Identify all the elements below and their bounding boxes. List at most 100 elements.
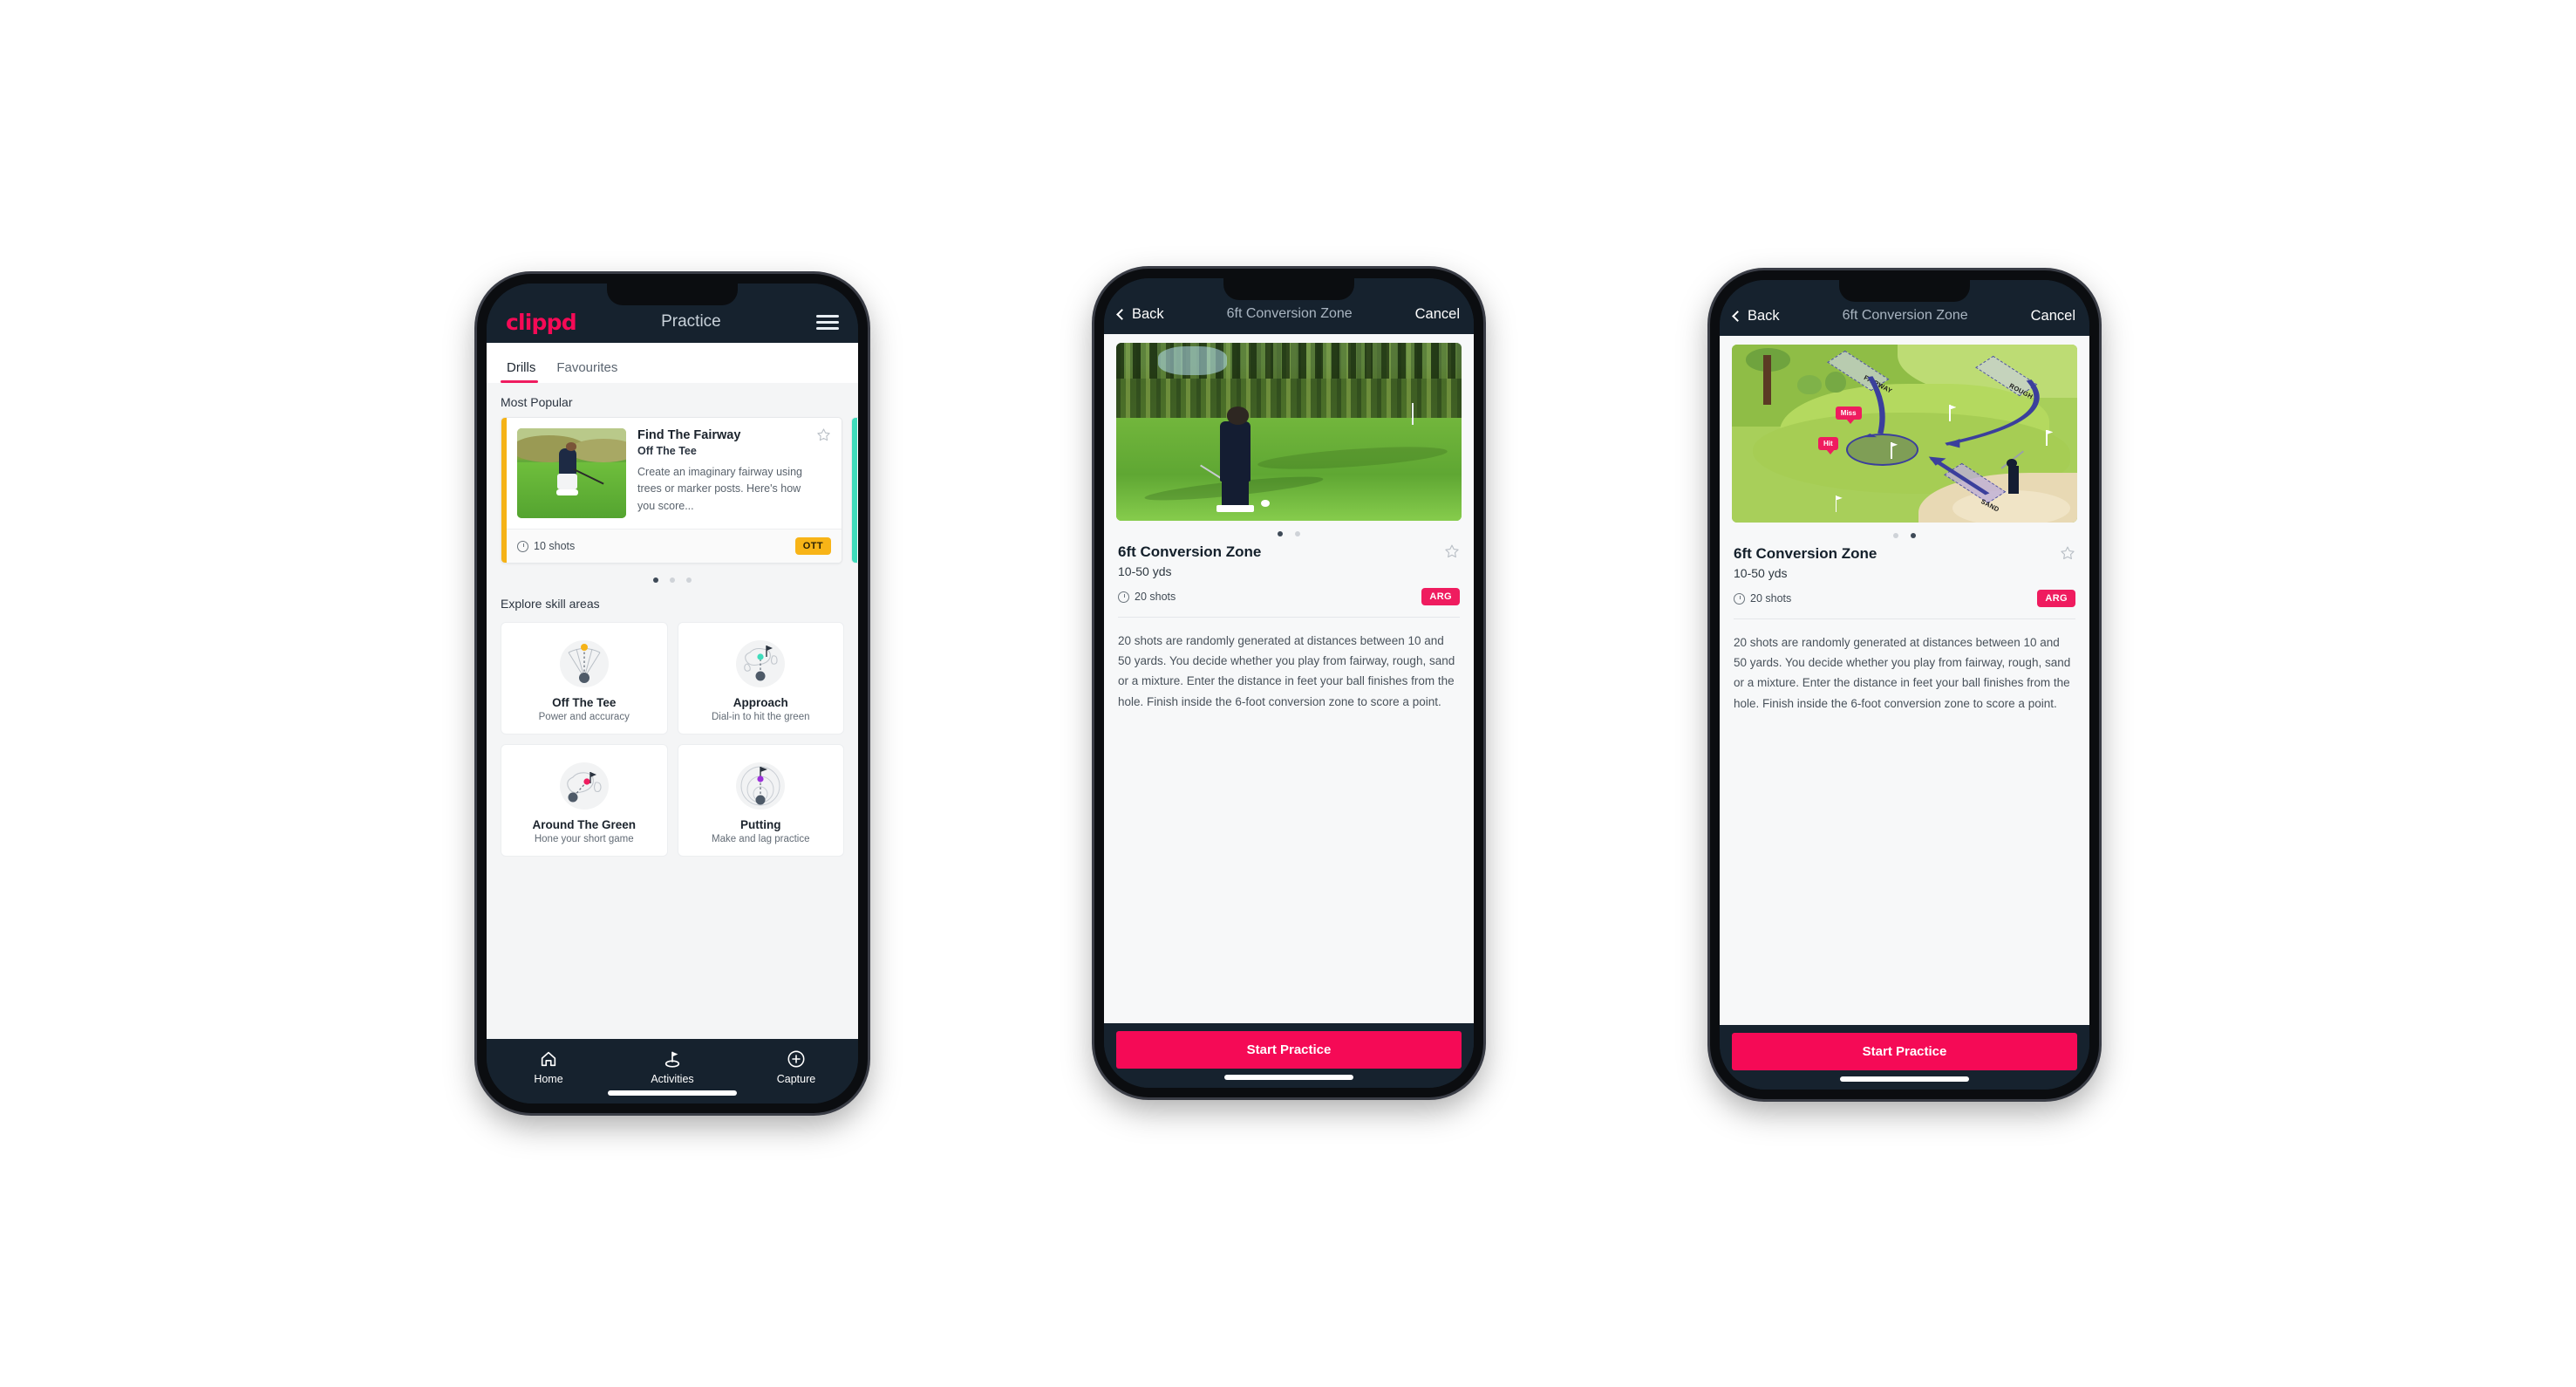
skill-title: Off The Tee (552, 696, 617, 709)
media-carousel-dots[interactable] (1732, 523, 2077, 545)
around-green-icon (507, 757, 662, 815)
back-button[interactable]: Back (1732, 307, 1780, 325)
carousel-dot-2[interactable] (1295, 531, 1300, 536)
home-indicator (608, 1090, 737, 1096)
practice-scroll-body: Most Popular Find The Fairway Off The Te… (487, 383, 858, 1039)
marker-hit: Hit (1818, 437, 1838, 455)
page-title: Practice (661, 312, 721, 331)
carousel-dot-3[interactable] (686, 577, 692, 583)
nav-item-activities[interactable]: Activities (610, 1049, 734, 1085)
shot-count: 10 shots (517, 540, 575, 552)
carousel-dot-1[interactable] (653, 577, 658, 583)
start-practice-button[interactable]: Start Practice (1732, 1033, 2077, 1070)
detail-title: 6ft Conversion Zone (1734, 545, 1877, 562)
detail-meta: 20 shots ARG (1732, 580, 2077, 607)
golf-flag-icon (610, 1049, 734, 1069)
carousel-dot-1[interactable] (1278, 531, 1283, 536)
chevron-left-icon (1116, 308, 1128, 320)
pin-flag-b (2046, 429, 2048, 447)
hamburger-icon[interactable] (816, 314, 839, 330)
detail-body: FAIRWAY ROUGH SAND Miss Hit 6ft Conversi… (1720, 336, 2089, 1025)
detail-header: 6ft Conversion Zone 10-50 yds (1116, 543, 1462, 578)
back-label: Back (1132, 305, 1164, 322)
nav-label: Home (534, 1073, 563, 1085)
skill-card-putting[interactable]: Putting Make and lag practice (677, 744, 844, 857)
drill-description: Create an imaginary fairway using trees … (637, 466, 802, 512)
nav-title: 6ft Conversion Zone (1226, 306, 1353, 321)
skill-areas-grid: Off The Tee Power and accuracy Approach … (487, 618, 858, 869)
drill-carousel[interactable]: Find The Fairway Off The Tee Create an i… (487, 417, 858, 564)
tee-fan-icon (507, 635, 662, 693)
drill-media-video[interactable] (1116, 343, 1462, 521)
detail-subtitle: 10-50 yds (1118, 564, 1172, 578)
shot-count-label: 20 shots (1135, 591, 1176, 603)
skill-card-around-the-green[interactable]: Around The Green Hone your short game (501, 744, 668, 857)
pin-flag-a (1949, 405, 1951, 421)
phone1-screen: clippd Practice Drills Favourites Most P… (487, 284, 858, 1103)
detail-description: 20 shots are randomly generated at dista… (1118, 634, 1455, 708)
skill-badge-arg: ARG (2037, 590, 2075, 607)
nav-label: Capture (776, 1073, 816, 1085)
star-outline-icon[interactable] (816, 427, 831, 442)
card-accent-bar (501, 418, 507, 563)
shot-count: 20 shots (1734, 592, 1791, 605)
clock-icon (517, 540, 528, 552)
detail-header: 6ft Conversion Zone 10-50 yds (1732, 545, 2077, 580)
drill-subtitle: Off The Tee (637, 445, 697, 457)
detail-title: 6ft Conversion Zone (1118, 543, 1262, 560)
explore-skill-areas-label: Explore skill areas (501, 597, 600, 611)
drill-card-next-peek[interactable] (851, 417, 858, 564)
phone3-screen: Back 6ft Conversion Zone Cancel FAIRWAY … (1720, 280, 2089, 1090)
skill-desc: Power and accuracy (538, 712, 630, 722)
drill-card-top: Find The Fairway Off The Tee Create an i… (501, 418, 842, 529)
star-outline-icon[interactable] (2060, 545, 2075, 561)
detail-description: 20 shots are randomly generated at dista… (1734, 636, 2071, 710)
phone-notch (607, 284, 738, 305)
carousel-dot-2[interactable] (1911, 533, 1916, 538)
home-icon (487, 1049, 610, 1069)
phone-mockup-drill-detail-diagram: Back 6ft Conversion Zone Cancel FAIRWAY … (1710, 270, 2099, 1099)
shot-count-label: 20 shots (1750, 592, 1792, 605)
media-carousel-dots[interactable] (1116, 521, 1462, 543)
skill-card-off-the-tee[interactable]: Off The Tee Power and accuracy (501, 622, 668, 734)
detail-subtitle: 10-50 yds (1734, 566, 1788, 580)
drill-meta: Find The Fairway Off The Tee Create an i… (637, 428, 831, 518)
marker-miss: Miss (1835, 407, 1862, 425)
carousel-dot-2[interactable] (670, 577, 675, 583)
start-practice-button[interactable]: Start Practice (1116, 1031, 1462, 1069)
skill-title: Putting (740, 818, 781, 831)
plus-circle-icon (734, 1049, 858, 1069)
back-button[interactable]: Back (1116, 305, 1164, 323)
cancel-button[interactable]: Cancel (2031, 308, 2075, 325)
nav-label: Activities (651, 1073, 694, 1085)
skill-desc: Hone your short game (534, 834, 634, 844)
most-popular-label: Most Popular (501, 395, 573, 409)
phone2-screen: Back 6ft Conversion Zone Cancel 6ft Conv… (1104, 278, 1474, 1088)
skill-title: Approach (733, 696, 788, 709)
phone-notch (1839, 280, 1970, 302)
carousel-dots[interactable] (487, 564, 858, 595)
skill-desc: Dial-in to hit the green (711, 712, 810, 722)
screenshot-stage: clippd Practice Drills Favourites Most P… (0, 0, 2576, 1387)
shot-path-arrows (1863, 376, 2040, 495)
skill-badge-ott: OTT (794, 537, 831, 555)
nav-item-home[interactable]: Home (487, 1049, 610, 1085)
carousel-dot-1[interactable] (1893, 533, 1898, 538)
approach-green-icon (684, 635, 839, 693)
star-outline-icon[interactable] (1444, 543, 1460, 559)
drill-media-diagram[interactable]: FAIRWAY ROUGH SAND Miss Hit (1732, 345, 2077, 523)
detail-meta: 20 shots ARG (1116, 578, 1462, 605)
golfer-head (2007, 458, 2018, 468)
cancel-button[interactable]: Cancel (1415, 306, 1460, 323)
home-indicator (1224, 1075, 1353, 1080)
drill-card-footer: 10 shots OTT (501, 529, 842, 563)
nav-item-capture[interactable]: Capture (734, 1049, 858, 1085)
skill-card-approach[interactable]: Approach Dial-in to hit the green (677, 622, 844, 734)
home-indicator (1840, 1076, 1969, 1082)
drill-card[interactable]: Find The Fairway Off The Tee Create an i… (501, 417, 842, 564)
shot-count: 20 shots (1118, 591, 1176, 603)
tab-drills[interactable]: Drills (499, 360, 549, 383)
tab-favourites[interactable]: Favourites (549, 360, 630, 383)
back-label: Back (1748, 307, 1780, 324)
shot-count-label: 10 shots (534, 540, 576, 552)
